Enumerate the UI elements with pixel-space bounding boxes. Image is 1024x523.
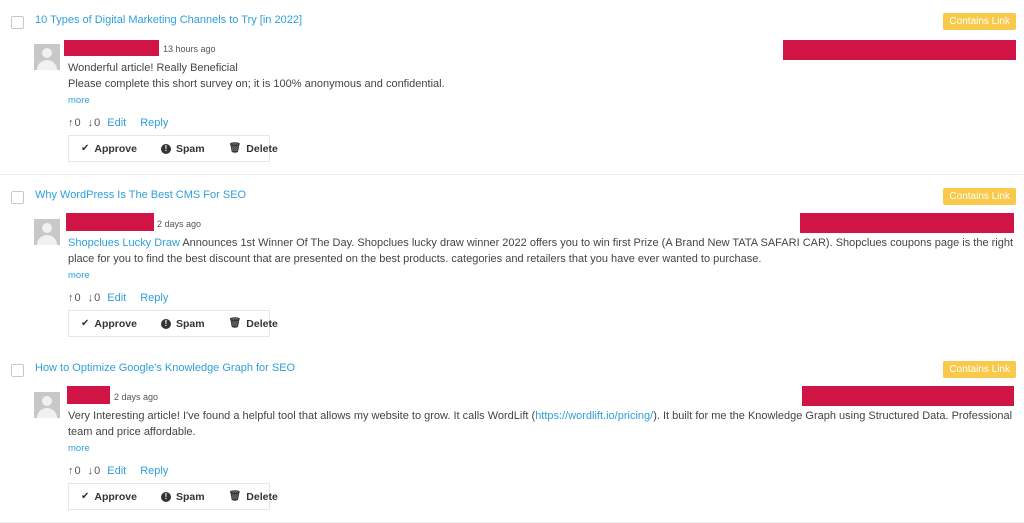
spam-button[interactable]: ! Spam	[149, 311, 217, 336]
delete-button[interactable]: 🗑 Delete	[217, 484, 290, 509]
upvote-count: 0	[74, 292, 81, 304]
edit-link[interactable]: Edit	[107, 117, 126, 129]
contains-link-badge: Contains Link	[943, 361, 1016, 378]
select-checkbox[interactable]	[11, 364, 24, 377]
comment-actions-row: ↑ 0 ↓ 0 Edit Reply	[68, 292, 182, 304]
upvote-count: 0	[74, 465, 81, 477]
redacted-author-email	[800, 213, 1014, 233]
trash-icon: 🗑	[228, 491, 242, 502]
comment-text: Very Interesting article! I've found a h…	[68, 410, 1013, 438]
delete-button[interactable]: 🗑 Delete	[217, 136, 290, 161]
edit-link[interactable]: Edit	[107, 465, 126, 477]
post-title-link[interactable]: 10 Types of Digital Marketing Channels t…	[35, 14, 302, 26]
redacted-author-name	[67, 386, 110, 404]
check-icon: ✔	[81, 143, 90, 154]
check-icon: ✔	[81, 491, 90, 502]
contains-link-badge: Contains Link	[943, 188, 1016, 205]
comment-text: Shopclues Lucky Draw Announces 1st Winne…	[68, 237, 1014, 265]
comment-link[interactable]: https://wordlift.io/pricing/	[535, 410, 653, 422]
arrow-down-icon[interactable]: ↓	[88, 292, 94, 304]
approve-button[interactable]: ✔ Approve	[69, 136, 149, 161]
comment-time: 13 hours ago	[163, 44, 216, 54]
exclamation-circle-icon: !	[160, 143, 171, 154]
select-checkbox[interactable]	[11, 16, 24, 29]
post-title-link[interactable]: Why WordPress Is The Best CMS For SEO	[35, 189, 246, 201]
spam-button[interactable]: ! Spam	[149, 136, 217, 161]
more-link[interactable]: more	[68, 270, 90, 281]
post-title-link[interactable]: How to Optimize Google's Knowledge Graph…	[35, 362, 295, 374]
select-checkbox[interactable]	[11, 191, 24, 204]
more-link[interactable]: more	[68, 95, 90, 106]
redacted-author-name	[64, 40, 159, 56]
comment-actions-row: ↑ 0 ↓ 0 Edit Reply	[68, 117, 182, 129]
contains-link-badge: Contains Link	[943, 13, 1016, 30]
comment-time: 2 days ago	[157, 219, 202, 229]
redacted-author-name	[66, 213, 154, 231]
reply-link[interactable]: Reply	[140, 117, 168, 129]
arrow-down-icon[interactable]: ↓	[88, 465, 94, 477]
downvote-count: 0	[94, 465, 101, 477]
avatar	[34, 392, 60, 418]
exclamation-circle-icon: !	[160, 318, 171, 329]
comment-text: Wonderful article! Really Beneficial Ple…	[68, 62, 445, 90]
arrow-up-icon[interactable]: ↑	[68, 117, 74, 129]
check-icon: ✔	[81, 318, 90, 329]
moderation-toolbar: ✔ Approve ! Spam 🗑 Delete	[68, 483, 278, 510]
reply-link[interactable]: Reply	[140, 465, 168, 477]
more-link[interactable]: more	[68, 443, 90, 454]
trash-icon: 🗑	[228, 318, 242, 329]
downvote-count: 0	[94, 292, 101, 304]
redacted-author-email	[783, 40, 1016, 60]
approve-button[interactable]: ✔ Approve	[69, 311, 149, 336]
downvote-count: 0	[94, 117, 101, 129]
moderation-toolbar: ✔ Approve ! Spam 🗑 Delete	[68, 310, 278, 337]
avatar	[34, 44, 60, 70]
comment-item: Why WordPress Is The Best CMS For SEO Co…	[0, 175, 1024, 348]
avatar	[34, 219, 60, 245]
upvote-count: 0	[74, 117, 81, 129]
comment-item: How to Optimize Google's Knowledge Graph…	[0, 348, 1024, 523]
edit-link[interactable]: Edit	[107, 292, 126, 304]
redacted-author-email	[802, 386, 1014, 406]
approve-button[interactable]: ✔ Approve	[69, 484, 149, 509]
spam-button[interactable]: ! Spam	[149, 484, 217, 509]
comment-item: 10 Types of Digital Marketing Channels t…	[0, 0, 1024, 175]
delete-button[interactable]: 🗑 Delete	[217, 311, 290, 336]
moderation-toolbar: ✔ Approve ! Spam 🗑 Delete	[68, 135, 278, 162]
comment-link[interactable]: Shopclues Lucky Draw	[68, 237, 180, 249]
comment-actions-row: ↑ 0 ↓ 0 Edit Reply	[68, 465, 182, 477]
reply-link[interactable]: Reply	[140, 292, 168, 304]
comment-time: 2 days ago	[114, 392, 159, 402]
trash-icon: 🗑	[228, 143, 242, 154]
arrow-down-icon[interactable]: ↓	[88, 117, 94, 129]
arrow-up-icon[interactable]: ↑	[68, 292, 74, 304]
exclamation-circle-icon: !	[160, 491, 171, 502]
arrow-up-icon[interactable]: ↑	[68, 465, 74, 477]
